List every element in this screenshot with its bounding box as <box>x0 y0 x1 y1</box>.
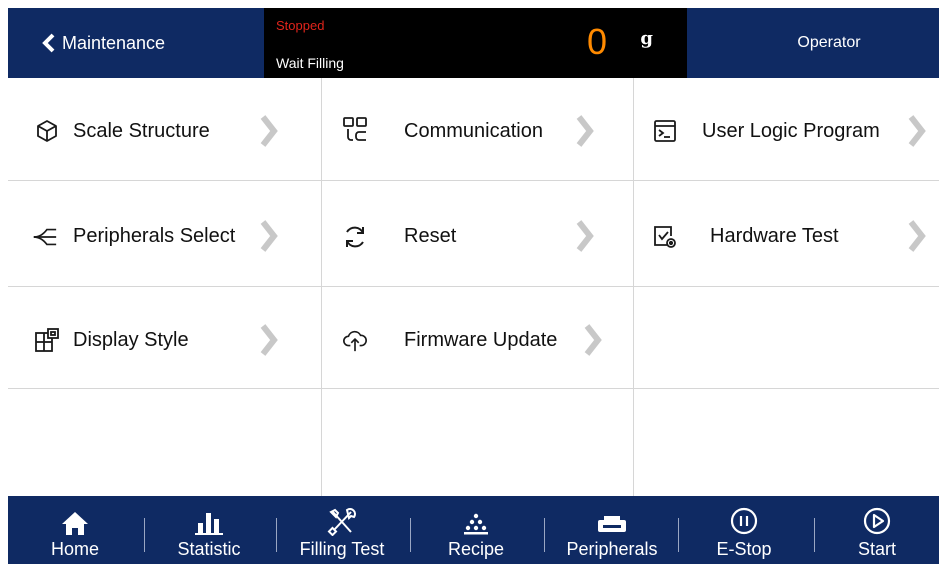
user-role-label: Operator <box>797 34 861 51</box>
chevron-right-icon <box>576 220 594 252</box>
chevron-right-icon <box>260 220 278 252</box>
menu-item-peripherals-select[interactable]: Peripherals Select <box>8 181 321 283</box>
bar-chart-icon <box>194 496 224 536</box>
chevron-right-icon <box>260 115 278 147</box>
nav-separator <box>678 518 679 552</box>
user-role-button[interactable]: Operator <box>687 8 939 78</box>
nav-separator <box>144 518 145 552</box>
menu-item-label: User Logic Program <box>702 120 880 142</box>
nav-label: E-Stop <box>716 539 772 559</box>
chevron-right-icon <box>908 220 926 252</box>
tools-icon <box>327 496 357 536</box>
nav-peripherals[interactable]: Peripherals <box>560 496 664 564</box>
screen: Maintenance Stopped Wait Filling 0 g Ope… <box>0 0 939 564</box>
menu-item-scale-structure[interactable]: Scale Structure <box>8 78 321 180</box>
nav-statistic[interactable]: Statistic <box>168 496 250 564</box>
chevron-right-icon <box>576 115 594 147</box>
maintenance-menu: Scale Structure Communication User Logic… <box>8 78 939 496</box>
chevron-right-icon <box>584 324 602 356</box>
menu-item-label: Display Style <box>73 329 189 351</box>
nav-label: Statistic <box>177 539 241 559</box>
back-button[interactable]: Maintenance <box>8 8 264 78</box>
status-message: Wait Filling <box>276 55 344 71</box>
menu-item-label: Scale Structure <box>73 120 210 142</box>
communication-icon <box>342 116 368 142</box>
status-panel: Stopped Wait Filling 0 g <box>264 8 687 78</box>
recipe-icon <box>461 496 491 536</box>
chevron-right-icon <box>260 324 278 356</box>
nav-separator <box>410 518 411 552</box>
refresh-icon <box>342 224 368 250</box>
bottom-nav: Home Statistic Filling Test Recipe Perip… <box>8 496 939 564</box>
play-circle-icon <box>862 496 892 536</box>
menu-item-display-style[interactable]: Display Style <box>8 287 321 389</box>
header-bar: Maintenance Stopped Wait Filling 0 g Ope… <box>8 8 939 78</box>
nav-e-stop[interactable]: E-Stop <box>704 496 784 564</box>
nav-filling-test[interactable]: Filling Test <box>290 496 394 564</box>
nav-separator <box>814 518 815 552</box>
nav-label: Start <box>857 539 896 559</box>
layout-icon <box>34 327 60 353</box>
menu-item-firmware-update[interactable]: Firmware Update <box>322 287 633 389</box>
nav-start[interactable]: Start <box>844 496 910 564</box>
weight-value: 0 <box>586 21 607 62</box>
nav-separator <box>276 518 277 552</box>
nav-home[interactable]: Home <box>36 496 114 564</box>
nav-recipe[interactable]: Recipe <box>436 496 516 564</box>
nav-label: Recipe <box>447 539 505 559</box>
menu-item-label: Hardware Test <box>710 225 839 247</box>
terminal-icon <box>652 118 678 144</box>
menu-item-label: Firmware Update <box>404 329 558 351</box>
fork-icon <box>32 224 58 250</box>
hardware-check-icon <box>652 224 678 250</box>
pause-circle-icon <box>729 496 759 536</box>
back-label: Maintenance <box>62 32 166 53</box>
menu-item-reset[interactable]: Reset <box>322 181 633 283</box>
nav-separator <box>544 518 545 552</box>
printer-icon <box>595 496 629 536</box>
menu-item-hardware-test[interactable]: Hardware Test <box>634 181 939 283</box>
menu-item-label: Peripherals Select <box>73 225 236 247</box>
chevron-right-icon <box>908 115 926 147</box>
menu-item-label: Reset <box>404 225 457 247</box>
menu-item-communication[interactable]: Communication <box>322 78 633 180</box>
cloud-upload-icon <box>342 327 368 353</box>
nav-label: Home <box>50 539 99 559</box>
nav-label: Peripherals <box>566 539 658 559</box>
home-icon <box>60 496 90 536</box>
status-state: Stopped <box>276 18 325 33</box>
nav-label: Filling Test <box>299 539 385 559</box>
menu-item-label: Communication <box>404 120 543 142</box>
cube-icon <box>34 118 60 144</box>
chevron-left-icon <box>42 33 55 53</box>
menu-item-user-logic-program[interactable]: User Logic Program <box>634 78 939 180</box>
weight-unit: g <box>640 28 653 49</box>
